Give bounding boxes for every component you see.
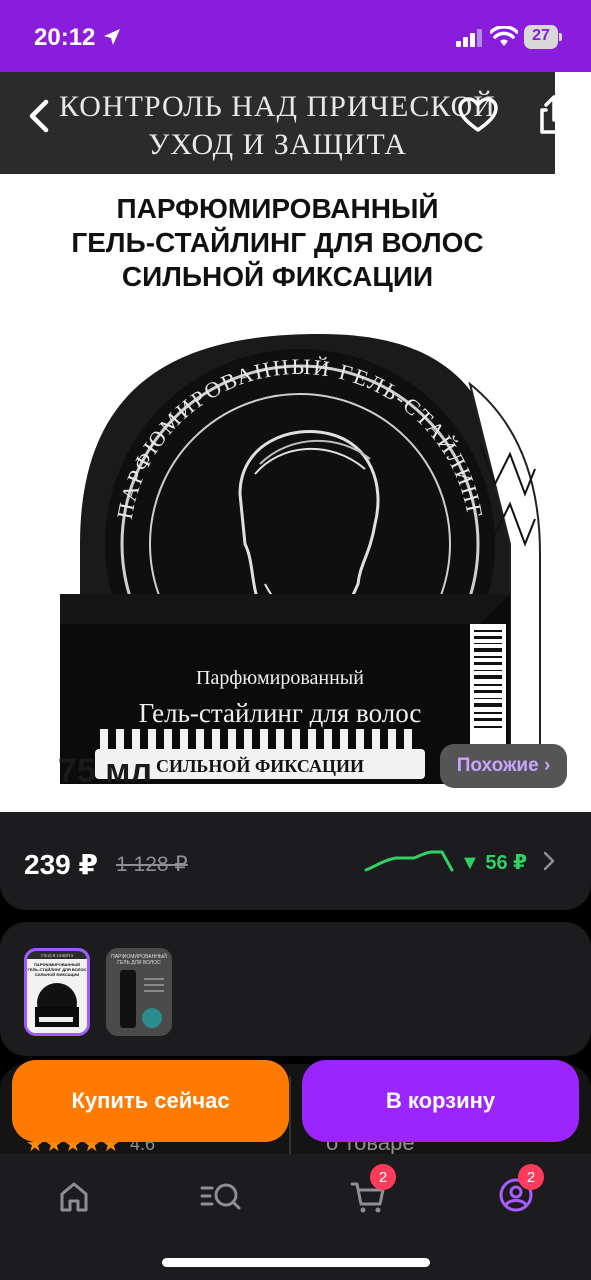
thumbnail-2[interactable]: ПАРФЮМИРОВАННЫЙ ГЕЛЬ ДЛЯ ВОЛОС [106,948,172,1036]
title-line-3: СИЛЬНОЙ ФИКСАЦИИ [121,261,434,292]
svg-text:УХОД И ЗАЩИТА: УХОД И ЗАЩИТА [41,953,74,958]
title-line-2: ГЕЛЬ-СТАЙЛИНГ ДЛЯ ВОЛОС [71,227,484,258]
svg-text:СИЛЬНОЙ ФИКСАЦИИ: СИЛЬНОЙ ФИКСАЦИИ [156,755,364,776]
buy-now-button[interactable]: Купить сейчас [12,1060,289,1142]
status-time: 20:12 [34,24,96,51]
status-bar: 20:12 27 [0,0,591,72]
svg-text:ПАРФЮМИРОВАННЫЙ: ПАРФЮМИРОВАННЫЙ [111,952,167,960]
product-box-illustration: ПАРФЮМИРОВАННЫЙ ГЕЛЬ-СТАЙЛИНГ Парфюмиров… [60,334,541,784]
home-indicator [162,1258,430,1267]
thumbnail-1-image: УХОД И ЗАЩИТА ПАРФЮМИРОВАННЫЙ ГЕЛЬ-СТАЙЛ… [27,951,87,1033]
svg-text:Гель-стайлинг для волос: Гель-стайлинг для волос [139,698,422,728]
divider [289,1076,291,1154]
wifi-icon [490,26,518,46]
share-button[interactable] [532,94,576,138]
back-button[interactable] [20,94,60,138]
cart-badge: 2 [370,1164,396,1190]
similar-products-button[interactable]: Похожие › [440,744,567,788]
home-tab-icon[interactable] [44,1170,104,1220]
catalog-search-tab-icon[interactable] [190,1170,250,1220]
chevron-right-icon[interactable] [542,850,556,872]
current-price: 239 ₽ [24,849,98,880]
price-drop: ▼ 56 ₽ [460,852,528,874]
product-image-title: ПАРФЮМИРОВАННЫЙ ГЕЛЬ-СТАЙЛИНГ ДЛЯ ВОЛОС … [0,192,555,294]
thumbnails-strip: УХОД И ЗАЩИТА ПАРФЮМИРОВАННЫЙ ГЕЛЬ-СТАЙЛ… [0,922,591,1056]
favorite-heart-button[interactable] [456,94,500,138]
svg-text:Парфюмированный: Парфюмированный [196,667,364,689]
signal-bars-icon [456,29,482,47]
price-card[interactable]: 239 ₽ 1 128 ₽ ▼ 56 ₽ [0,812,591,910]
svg-text:СИЛЬНОЙ ФИКСАЦИИ: СИЛЬНОЙ ФИКСАЦИИ [35,972,80,977]
add-to-cart-button[interactable]: В корзину [302,1060,579,1142]
profile-badge: 2 [518,1164,544,1190]
battery-level: 27 [532,27,550,44]
battery-icon: 27 [524,25,562,49]
location-arrow-icon [104,29,120,45]
thumbnail-1[interactable]: УХОД И ЗАЩИТА ПАРФЮМИРОВАННЫЙ ГЕЛЬ-СТАЙЛ… [24,948,90,1036]
product-image-gallery[interactable]: КОНТРОЛЬ НАД ПРИЧЕСКОЙ УХОД И ЗАЩИТА ПАР… [0,72,591,812]
svg-text:ГЕЛЬ ДЛЯ ВОЛОС: ГЕЛЬ ДЛЯ ВОЛОС [117,960,161,966]
old-price: 1 128 ₽ [116,853,188,876]
thumbnail-2-image: ПАРФЮМИРОВАННЫЙ ГЕЛЬ ДЛЯ ВОЛОС [106,948,172,1036]
product-volume: 75 мл [58,752,153,790]
price-trend-icon [364,850,454,872]
title-line-1: ПАРФЮМИРОВАННЫЙ [116,193,439,224]
